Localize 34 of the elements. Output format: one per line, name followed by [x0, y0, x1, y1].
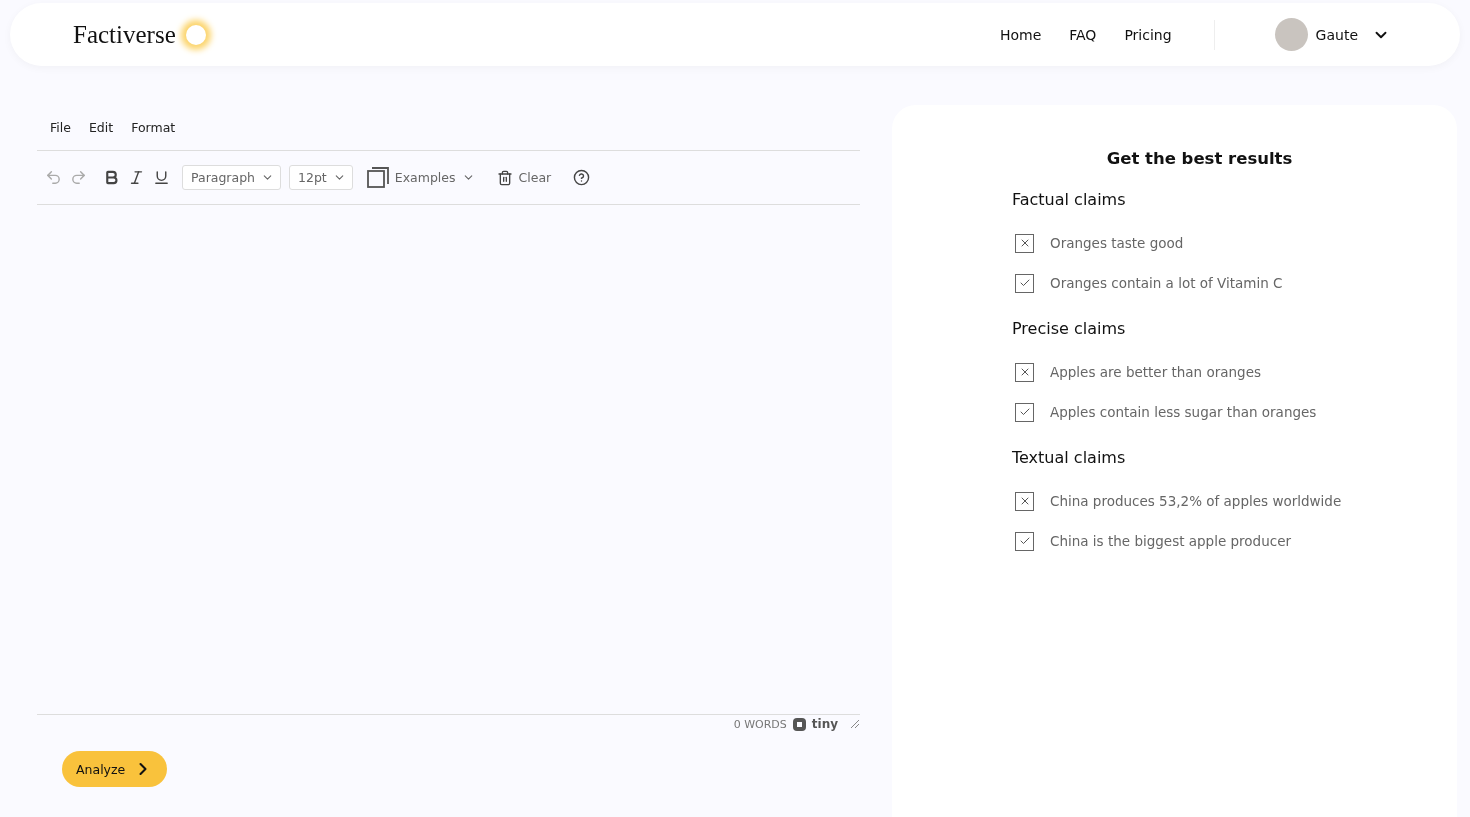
- word-count: 0 WORDS: [733, 717, 787, 731]
- example-claim: Oranges contain a lot of Vitamin C: [1050, 275, 1283, 291]
- nav-link[interactable]: Home: [999, 26, 1042, 43]
- example-claim: China produces 53,2% of apples worldwide: [1050, 493, 1342, 509]
- clear-button[interactable]: Clear: [496, 169, 552, 186]
- section-heading: Textual claims: [1012, 448, 1127, 467]
- resize-handle-icon[interactable]: [850, 719, 860, 729]
- sun-logo-icon: [185, 24, 206, 45]
- block-format-select[interactable]: Paragraph: [182, 165, 282, 190]
- underline-icon[interactable]: [153, 169, 170, 186]
- menu-item[interactable]: Edit: [88, 120, 114, 135]
- panel-title: Get the best results: [1105, 149, 1294, 168]
- menu-item[interactable]: File: [50, 120, 71, 135]
- font-size-select[interactable]: 12pt: [289, 165, 353, 190]
- overlapping-squares-icon: [366, 166, 389, 189]
- bold-icon[interactable]: [103, 169, 120, 186]
- brand-text: tiny: [811, 717, 838, 731]
- nav-link[interactable]: Pricing: [1124, 26, 1172, 43]
- nav-link[interactable]: FAQ: [1069, 26, 1097, 43]
- examples-button[interactable]: Examples: [366, 166, 475, 189]
- example-claim: Oranges taste good: [1050, 235, 1184, 251]
- logo-text[interactable]: Factiverse: [73, 20, 176, 49]
- example-claim: China is the biggest apple producer: [1050, 533, 1291, 549]
- analyze-button[interactable]: Analyze: [62, 751, 168, 787]
- example-claim: Apples contain less sugar than oranges: [1050, 404, 1317, 420]
- menu-item[interactable]: Format: [131, 120, 176, 135]
- tiny-logo-icon: [792, 717, 806, 731]
- user-name[interactable]: Gaute: [1315, 26, 1358, 43]
- section-heading: Factual claims: [1012, 190, 1127, 209]
- italic-icon[interactable]: [128, 169, 145, 186]
- trash-icon: [496, 169, 513, 186]
- help-icon[interactable]: [573, 169, 591, 186]
- example-claim: Apples are better than oranges: [1050, 364, 1261, 380]
- section-heading: Precise claims: [1012, 319, 1127, 338]
